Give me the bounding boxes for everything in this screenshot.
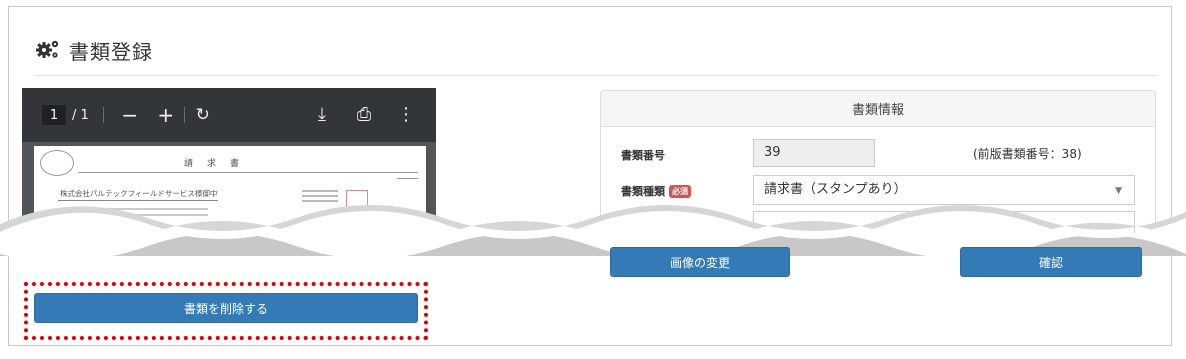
- more-icon[interactable]: ⋮: [394, 105, 418, 125]
- print-icon[interactable]: ⎙: [352, 105, 376, 125]
- selected-value: 請求書（スタンプあり）: [764, 182, 907, 197]
- header-divider: [35, 75, 1157, 76]
- page-title: 書類登録: [69, 39, 153, 64]
- toolbar-actions: ⤓ ⎙ ⋮: [310, 105, 418, 125]
- document-number-field: 39: [753, 139, 875, 167]
- download-icon[interactable]: ⤓: [310, 105, 334, 125]
- gears-icon: [35, 37, 61, 63]
- change-image-button[interactable]: 画像の変更: [610, 247, 790, 277]
- panel-heading: 書類情報: [601, 91, 1155, 127]
- divider: [78, 172, 418, 173]
- company-seal-logo: [40, 150, 74, 176]
- page-total: / 1: [72, 107, 89, 123]
- page-number-input[interactable]: 1: [42, 105, 66, 125]
- rotate-icon[interactable]: ↻: [191, 105, 215, 125]
- field-label: 書類番号: [621, 149, 665, 162]
- pdf-toolbar: 1 / 1 − + ↻ ⤓ ⎙ ⋮: [22, 88, 436, 142]
- pdf-date: ━━━━━━━: [396, 176, 418, 182]
- delete-document-button[interactable]: 書類を削除する: [34, 293, 418, 323]
- confirm-button[interactable]: 確認: [960, 247, 1142, 277]
- toolbar-separator: [102, 107, 104, 123]
- zoom-out-button[interactable]: −: [118, 105, 142, 125]
- pdf-doc-title: 請求書: [184, 159, 254, 169]
- zoom-in-button[interactable]: +: [154, 105, 178, 125]
- document-number-row: 書類番号 39 (前版書類番号：38): [601, 139, 1155, 169]
- toolbar-separator: [183, 107, 185, 123]
- page-header: 書類登録: [35, 33, 153, 67]
- previous-number-note: (前版書類番号：38): [973, 147, 1082, 161]
